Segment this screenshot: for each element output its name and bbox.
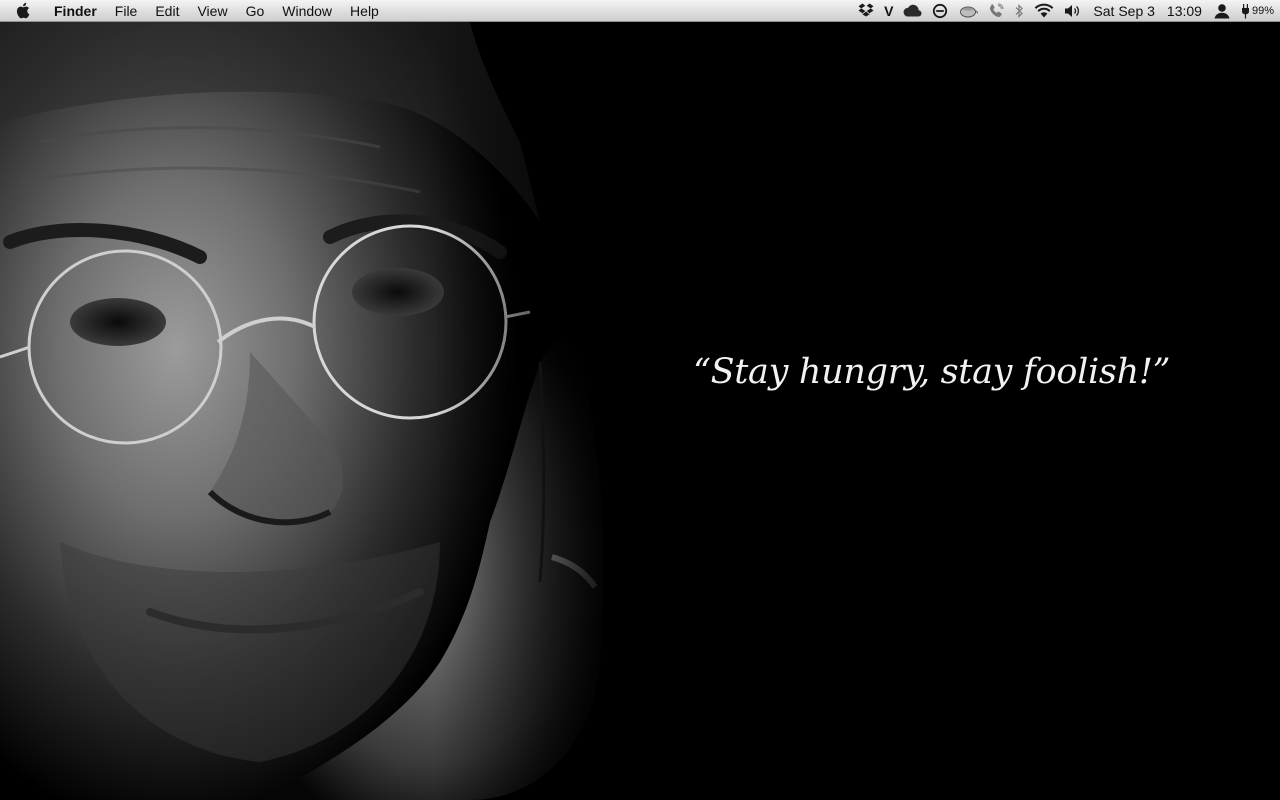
- user-icon[interactable]: [1208, 0, 1236, 22]
- teapot-icon[interactable]: [953, 0, 983, 22]
- menu-app-finder[interactable]: Finder: [44, 0, 106, 22]
- desktop: Finder File Edit View Go Window Help V S…: [0, 0, 1280, 800]
- wallpaper-quote: “Stay hungry, stay foolish!”: [693, 352, 1171, 392]
- portrait-photo: [0, 22, 620, 800]
- menu-clock[interactable]: 13:09: [1161, 0, 1208, 22]
- menu-file[interactable]: File: [106, 0, 147, 22]
- dropbox-icon[interactable]: [853, 0, 879, 22]
- bluetooth-icon[interactable]: [1009, 0, 1029, 22]
- menu-go[interactable]: Go: [237, 0, 274, 22]
- desktop-wallpaper: “Stay hungry, stay foolish!”: [0, 22, 1280, 800]
- battery-percentage[interactable]: 99%: [1251, 0, 1274, 22]
- menu-help[interactable]: Help: [341, 0, 388, 22]
- phone-icon[interactable]: [983, 0, 1009, 22]
- status-area: V Sat Sep 3 13:09 99%: [853, 0, 1280, 22]
- menu-view[interactable]: View: [188, 0, 236, 22]
- wifi-icon[interactable]: [1029, 0, 1059, 22]
- menu-edit[interactable]: Edit: [146, 0, 188, 22]
- cloud-icon[interactable]: [898, 0, 927, 22]
- battery-plug-icon[interactable]: [1236, 0, 1251, 22]
- apple-menu-icon[interactable]: [0, 0, 44, 22]
- volume-icon[interactable]: [1059, 0, 1087, 22]
- menu-window[interactable]: Window: [273, 0, 341, 22]
- no-entry-icon[interactable]: [927, 0, 953, 22]
- menu-date[interactable]: Sat Sep 3: [1087, 0, 1161, 22]
- menu-bar-left: Finder File Edit View Go Window Help: [0, 0, 388, 22]
- v-icon[interactable]: V: [879, 0, 898, 22]
- menu-bar: Finder File Edit View Go Window Help V S…: [0, 0, 1280, 22]
